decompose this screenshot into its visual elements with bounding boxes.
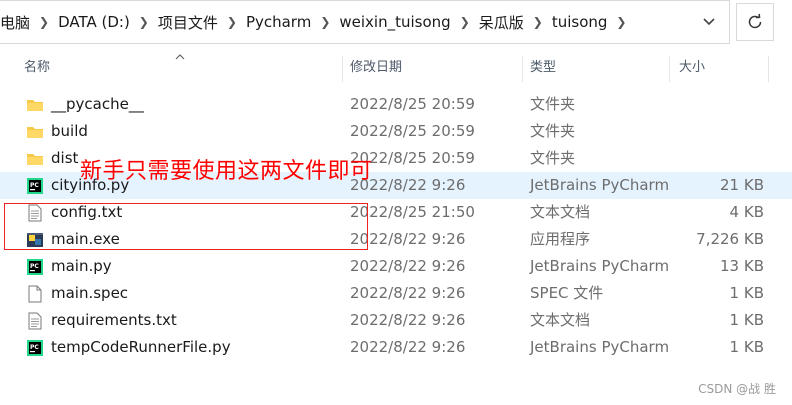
- text-file-icon: [28, 312, 42, 330]
- breadcrumb-item-current[interactable]: tuisong: [548, 13, 612, 31]
- file-type: SPEC 文件: [530, 284, 604, 302]
- file-size: 13 KB: [720, 257, 764, 275]
- svg-text:PC: PC: [30, 344, 39, 351]
- chevron-right-icon[interactable]: ❯: [528, 15, 548, 29]
- folder-icon: [27, 154, 43, 165]
- column-header-size[interactable]: 大小: [673, 52, 773, 84]
- chevron-right-icon[interactable]: ❯: [455, 15, 475, 29]
- chevron-right-icon[interactable]: ❯: [134, 15, 154, 29]
- breadcrumb-item-pc[interactable]: 电脑: [0, 12, 34, 33]
- file-date: 2022/8/22 9:26: [350, 338, 466, 356]
- file-size: 21 KB: [720, 176, 764, 194]
- breadcrumb-item-pycharm[interactable]: Pycharm: [242, 13, 315, 31]
- column-divider[interactable]: [342, 56, 343, 82]
- file-name: tempCodeRunnerFile.py: [51, 338, 231, 356]
- file-name: build: [51, 122, 88, 140]
- file-size: 1 KB: [729, 284, 764, 302]
- highlight-box: [4, 203, 368, 250]
- file-name: requirements.txt: [51, 311, 177, 329]
- column-divider[interactable]: [522, 56, 523, 82]
- column-header-type[interactable]: 类型: [524, 52, 669, 84]
- file-date: 2022/8/25 20:59: [350, 95, 475, 113]
- file-name: dist: [51, 149, 79, 167]
- file-type: JetBrains PyCharm: [530, 338, 670, 356]
- chevron-right-icon[interactable]: ❯: [611, 15, 631, 29]
- breadcrumb-item-projects[interactable]: 项目文件: [154, 12, 222, 33]
- column-header-row: 名称 修改日期 类型 大小: [0, 52, 792, 84]
- file-date: 2022/8/22 9:26: [350, 311, 466, 329]
- file-type: 文件夹: [530, 122, 576, 140]
- file-row[interactable]: __pycache__ 2022/8/25 20:59 文件夹: [0, 91, 792, 118]
- file-type: JetBrains PyCharm: [530, 176, 670, 194]
- chevron-right-icon[interactable]: ❯: [34, 15, 54, 29]
- pycharm-file-icon: PC: [27, 340, 43, 356]
- column-divider[interactable]: [669, 56, 670, 82]
- pycharm-file-icon: PC: [27, 178, 43, 194]
- file-type: 文件夹: [530, 149, 576, 167]
- file-name: __pycache__: [51, 95, 144, 113]
- column-divider[interactable]: [768, 56, 769, 82]
- file-row[interactable]: PC tempCodeRunnerFile.py 2022/8/22 9:26 …: [0, 334, 792, 361]
- address-history-dropdown[interactable]: [689, 1, 729, 43]
- file-size: 7,226 KB: [696, 230, 764, 248]
- file-date: 2022/8/22 9:26: [350, 284, 466, 302]
- file-name: main.py: [51, 257, 112, 275]
- file-row[interactable]: main.spec 2022/8/22 9:26 SPEC 文件 1 KB: [0, 280, 792, 307]
- column-header-date[interactable]: 修改日期: [344, 52, 522, 84]
- annotation-text: 新手只需要使用这两文件即可: [80, 159, 373, 184]
- refresh-icon: [748, 13, 762, 29]
- refresh-button[interactable]: [736, 3, 774, 41]
- breadcrumb: 电脑 ❯ DATA (D:) ❯ 项目文件 ❯ Pycharm ❯ weixin…: [0, 1, 689, 43]
- file-type: 文本文档: [530, 311, 591, 329]
- file-size: 1 KB: [729, 338, 764, 356]
- watermark: CSDN @战 胜: [698, 382, 776, 396]
- chevron-right-icon[interactable]: ❯: [315, 15, 335, 29]
- breadcrumb-item-version[interactable]: 呆瓜版: [475, 12, 528, 33]
- pycharm-file-icon: PC: [27, 259, 43, 275]
- file-type: 文件夹: [530, 95, 576, 113]
- breadcrumb-item-drive[interactable]: DATA (D:): [54, 13, 134, 31]
- breadcrumb-item-weixin[interactable]: weixin_tuisong: [335, 13, 454, 31]
- file-row[interactable]: requirements.txt 2022/8/22 9:26 文本文档 1 K…: [0, 307, 792, 334]
- file-row[interactable]: PC main.py 2022/8/22 9:26 JetBrains PyCh…: [0, 253, 792, 280]
- file-date: 2022/8/25 20:59: [350, 122, 475, 140]
- file-name: main.spec: [51, 284, 129, 302]
- address-bar[interactable]: 电脑 ❯ DATA (D:) ❯ 项目文件 ❯ Pycharm ❯ weixin…: [0, 0, 730, 44]
- svg-text:PC: PC: [30, 182, 39, 189]
- file-type: JetBrains PyCharm: [530, 257, 670, 275]
- folder-icon: [27, 127, 43, 138]
- column-header-name[interactable]: 名称: [18, 52, 342, 84]
- folder-icon: [27, 100, 43, 111]
- chevron-right-icon[interactable]: ❯: [222, 15, 242, 29]
- file-size: 4 KB: [729, 203, 764, 221]
- svg-text:PC: PC: [30, 263, 39, 270]
- file-size: 1 KB: [729, 311, 764, 329]
- chevron-down-icon: [703, 18, 715, 26]
- file-row[interactable]: build 2022/8/25 20:59 文件夹: [0, 118, 792, 145]
- generic-file-icon: [28, 285, 42, 303]
- file-date: 2022/8/22 9:26: [350, 257, 466, 275]
- file-date: 2022/8/25 21:50: [350, 203, 475, 221]
- file-type: 应用程序: [530, 230, 591, 248]
- file-type: 文本文档: [530, 203, 591, 221]
